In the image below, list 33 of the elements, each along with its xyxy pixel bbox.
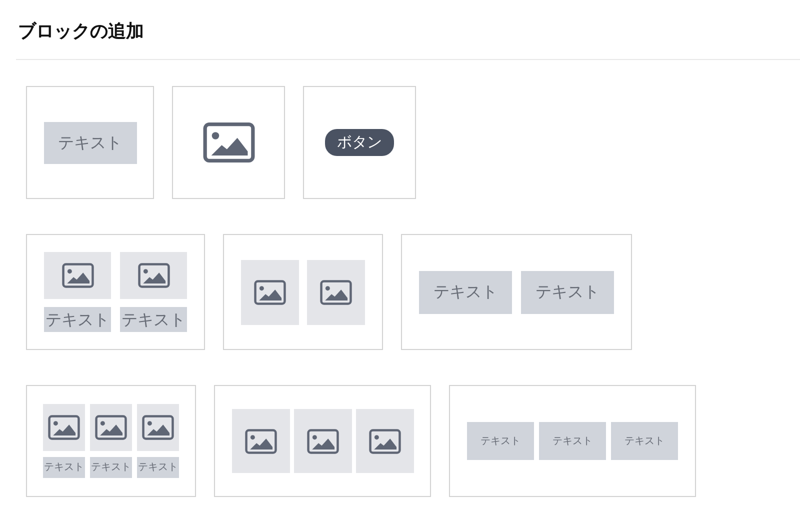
image-icon: [254, 280, 286, 304]
block-option[interactable]: テキスト テキスト テキスト: [449, 385, 696, 497]
text-placeholder: テキスト: [521, 270, 614, 314]
block-option[interactable]: テキスト テキスト テキスト: [26, 385, 196, 497]
block-option[interactable]: テキスト テキスト: [401, 234, 632, 350]
text-placeholder: テキスト: [539, 422, 606, 460]
text-placeholder: テキスト: [43, 457, 85, 478]
block-option[interactable]: テキスト テキスト: [26, 234, 205, 350]
text-placeholder: テキスト: [120, 307, 187, 332]
image-icon: [202, 122, 254, 163]
image-icon: [48, 415, 80, 440]
panel-title: ブロックの追加: [18, 21, 144, 42]
image-icon: [244, 428, 276, 454]
image-icon: [368, 428, 400, 454]
text-placeholder: テキスト: [44, 122, 136, 164]
text-placeholder: テキスト: [419, 270, 512, 314]
image-icon: [142, 415, 174, 440]
block-option[interactable]: [172, 86, 285, 199]
button-preview: ボタン: [325, 129, 394, 156]
text-placeholder: テキスト: [90, 457, 132, 478]
image-icon: [62, 263, 94, 288]
text-placeholder: テキスト: [44, 307, 111, 332]
block-option[interactable]: [214, 385, 431, 497]
image-icon: [306, 428, 338, 454]
image-icon: [320, 280, 352, 304]
block-option[interactable]: テキスト: [26, 86, 154, 199]
text-placeholder: テキスト: [611, 422, 678, 460]
text-placeholder: テキスト: [137, 457, 179, 478]
image-icon: [95, 415, 127, 440]
block-option[interactable]: [223, 234, 383, 350]
block-option[interactable]: ボタン: [303, 86, 416, 199]
text-placeholder: テキスト: [467, 422, 534, 460]
image-icon: [138, 263, 170, 288]
